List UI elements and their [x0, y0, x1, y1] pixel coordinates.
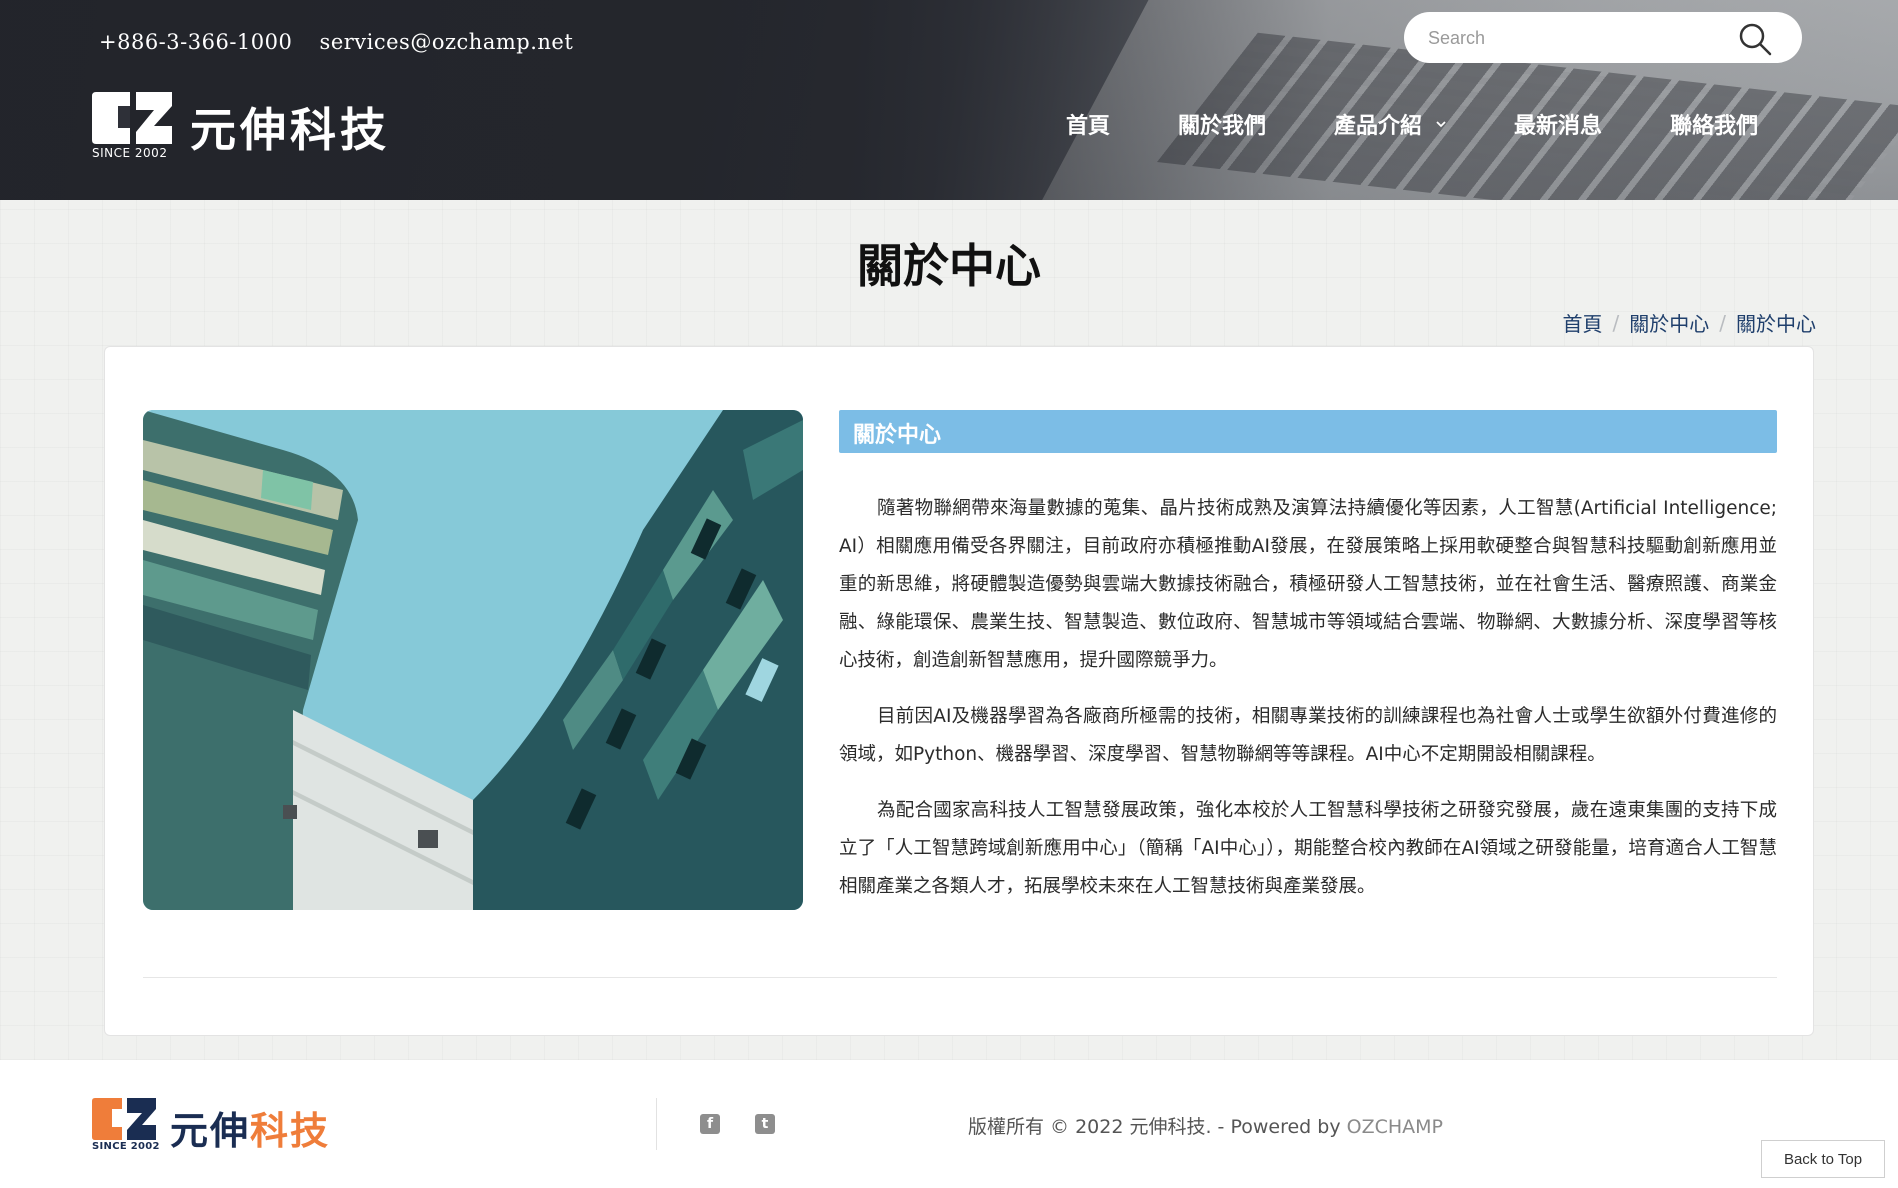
- nav-item-news[interactable]: 最新消息: [1514, 108, 1602, 140]
- search-input[interactable]: [1428, 24, 1728, 52]
- site-logo[interactable]: SINCE 2002 元伸科技: [92, 92, 422, 164]
- breadcrumb-item-home[interactable]: 首頁: [1563, 308, 1603, 337]
- copyright: 版權所有 © 2022 元伸科技. - Powered by OZCHAMP: [968, 1116, 1443, 1138]
- site-footer: SINCE 2002 元伸科技 f t 版權所有 © 2022 元伸科技. - …: [0, 1060, 1898, 1188]
- back-to-top-button[interactable]: Back to Top: [1761, 1140, 1885, 1178]
- facebook-icon[interactable]: f: [700, 1114, 720, 1134]
- footer-logo[interactable]: SINCE 2002 元伸科技: [92, 1098, 352, 1158]
- logo-mark-icon: [92, 1098, 156, 1140]
- chevron-down-icon: [1436, 121, 1446, 128]
- nav-item-contact[interactable]: 聯絡我們: [1670, 108, 1758, 140]
- footer-logo-text: 元伸科技: [170, 1109, 331, 1153]
- logo-since: SINCE 2002: [92, 146, 168, 160]
- page-title: 關於中心: [857, 239, 1041, 293]
- logo-since: SINCE 2002: [92, 1141, 160, 1152]
- section-title-bar: 關於中心: [839, 410, 1777, 453]
- powered-by-link[interactable]: OZCHAMP: [1347, 1116, 1443, 1138]
- footer-divider: [656, 1098, 657, 1150]
- contact-info: +886-3-366-1000 services@ozchamp.net: [99, 30, 593, 54]
- building-photo: [143, 410, 803, 910]
- paragraph: 目前因AI及機器學習為各廠商所極需的技術，相關專業技術的訓練課程也為社會人士或學…: [839, 706, 1777, 765]
- content-card: 關於中心 隨著物聯網帶來海量數據的蒐集、晶片技術成熟及演算法持續優化等因素，人工…: [104, 346, 1814, 1036]
- nav-item-home[interactable]: 首頁: [1066, 108, 1110, 140]
- main-content: 關於中心 首頁 / 關於中心 / 關於中心 關於中心 隨著物聯網帶來海量數據的蒐…: [0, 200, 1898, 1060]
- paragraph: 隨著物聯網帶來海量數據的蒐集、晶片技術成熟及演算法持續優化等因素，人工智慧(Ar…: [839, 498, 1777, 671]
- nav-item-about[interactable]: 關於我們: [1178, 108, 1266, 140]
- twitter-icon[interactable]: t: [755, 1114, 775, 1134]
- email-address[interactable]: services@ozchamp.net: [320, 30, 574, 54]
- divider: [143, 977, 1777, 978]
- breadcrumb-item-center[interactable]: 關於中心: [1629, 308, 1709, 337]
- logo-text: 元伸科技: [190, 103, 390, 157]
- nav-item-products[interactable]: 產品介紹: [1334, 108, 1446, 140]
- main-nav: 首頁 關於我們 產品介紹 最新消息 聯絡我們: [1066, 108, 1758, 140]
- breadcrumb: 首頁 / 關於中心 / 關於中心: [1563, 308, 1817, 337]
- phone-number[interactable]: +886-3-366-1000: [99, 30, 292, 54]
- about-text: 隨著物聯網帶來海量數據的蒐集、晶片技術成熟及演算法持續優化等因素，人工智慧(Ar…: [839, 490, 1777, 924]
- site-header: +886-3-366-1000 services@ozchamp.net SIN…: [0, 0, 1898, 200]
- logo-mark-icon: [92, 92, 172, 144]
- search-box: [1404, 12, 1802, 63]
- search-icon[interactable]: [1738, 22, 1772, 56]
- social-links: f t: [700, 1114, 810, 1134]
- paragraph: 為配合國家高科技人工智慧發展政策，強化本校於人工智慧科學技術之研發究發展，歲在遠…: [839, 800, 1777, 897]
- breadcrumb-item-current[interactable]: 關於中心: [1736, 308, 1816, 337]
